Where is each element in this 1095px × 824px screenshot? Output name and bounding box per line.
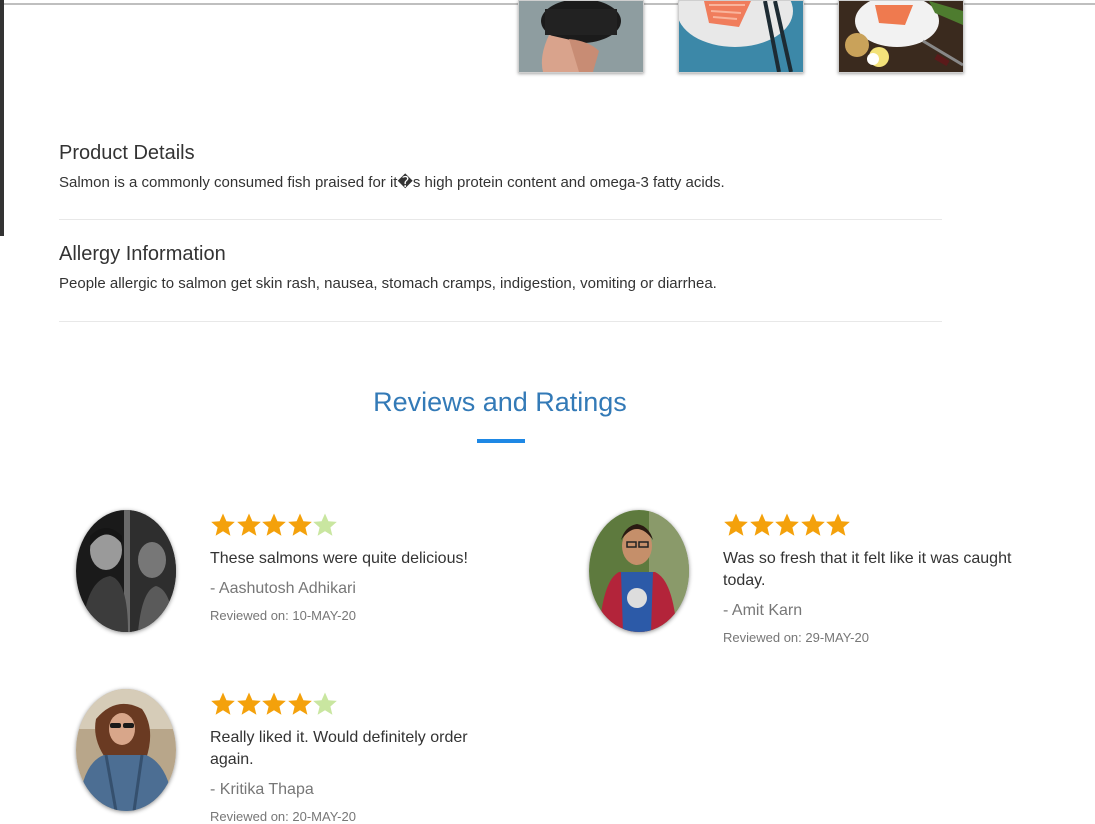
review-text: Really liked it. Would definitely order … xyxy=(210,729,468,768)
star-filled-icon xyxy=(749,512,775,538)
sidebar-edge xyxy=(0,0,4,236)
star-filled-icon xyxy=(825,512,851,538)
star-filled-icon xyxy=(210,512,236,538)
review-author: - Aashutosh Adhikari xyxy=(210,580,356,597)
allergy-information-section: Allergy Information People allergic to s… xyxy=(59,242,942,293)
star-rating xyxy=(210,512,510,538)
star-filled-icon xyxy=(800,512,826,538)
star-filled-icon xyxy=(236,691,262,717)
star-rating xyxy=(723,512,1023,538)
product-details-section: Product Details Salmon is a commonly con… xyxy=(59,141,942,192)
star-filled-icon xyxy=(210,691,236,717)
product-details-title: Product Details xyxy=(59,142,195,164)
reviewer-avatar xyxy=(76,510,176,632)
review-date: Reviewed on: 29-MAY-20 xyxy=(723,630,869,645)
star-rating xyxy=(210,691,510,717)
review-body: Really liked it. Would definitely order … xyxy=(210,691,510,824)
star-filled-icon xyxy=(261,691,287,717)
star-empty-icon xyxy=(312,512,338,538)
star-filled-icon xyxy=(723,512,749,538)
allergy-information-title: Allergy Information xyxy=(59,243,226,265)
reviews-title: Reviews and Ratings xyxy=(373,387,627,417)
star-filled-icon xyxy=(287,691,313,717)
product-details-text: Salmon is a commonly consumed fish prais… xyxy=(59,174,725,191)
allergy-information-text: People allergic to salmon get skin rash,… xyxy=(59,275,717,292)
reviews-title-underline xyxy=(477,439,525,443)
star-filled-icon xyxy=(774,512,800,538)
review-text: These salmons were quite delicious! xyxy=(210,550,468,567)
gallery-thumbnail-3[interactable] xyxy=(838,0,964,73)
section-divider xyxy=(59,219,942,220)
review-body: These salmons were quite delicious! - Aa… xyxy=(210,512,510,624)
gallery-thumbnail-2[interactable] xyxy=(678,0,804,73)
reviewer-avatar xyxy=(76,689,176,811)
review-author: - Amit Karn xyxy=(723,602,803,619)
section-divider xyxy=(59,321,942,322)
star-empty-icon xyxy=(312,691,338,717)
review-date: Reviewed on: 20-MAY-20 xyxy=(210,809,356,824)
product-page: Product Details Salmon is a commonly con… xyxy=(0,0,1095,824)
review-text: Was so fresh that it felt like it was ca… xyxy=(723,550,1012,589)
review-date: Reviewed on: 10-MAY-20 xyxy=(210,608,356,623)
reviewer-avatar xyxy=(589,510,689,632)
gallery-thumbnail-1[interactable] xyxy=(518,0,644,73)
review-author: - Kritika Thapa xyxy=(210,781,314,798)
star-filled-icon xyxy=(261,512,287,538)
star-filled-icon xyxy=(236,512,262,538)
star-filled-icon xyxy=(287,512,313,538)
review-body: Was so fresh that it felt like it was ca… xyxy=(723,512,1023,646)
